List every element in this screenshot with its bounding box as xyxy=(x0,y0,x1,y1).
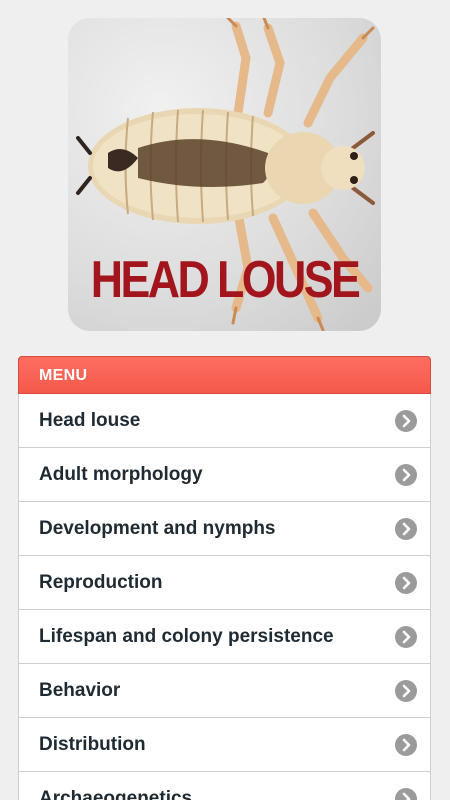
menu-item-development-and-nymphs[interactable]: Development and nymphs xyxy=(18,502,431,556)
head-louse-banner: HEAD LOUSE xyxy=(68,18,381,331)
menu-panel: MENU Head louse Adult morphology Develop… xyxy=(18,356,431,800)
menu-item-label: Adult morphology xyxy=(39,464,203,485)
chevron-right-circle-icon xyxy=(395,410,417,432)
menu-item-label: Head louse xyxy=(39,410,141,431)
chevron-right-circle-icon xyxy=(395,734,417,756)
chevron-right-circle-icon xyxy=(395,572,417,594)
menu-item-label: Development and nymphs xyxy=(39,518,276,539)
chevron-right-circle-icon xyxy=(395,626,417,648)
menu-item-lifespan[interactable]: Lifespan and colony persistence xyxy=(18,610,431,664)
menu-item-label: Lifespan and colony persistence xyxy=(39,626,334,647)
menu-item-distribution[interactable]: Distribution xyxy=(18,718,431,772)
menu-item-behavior[interactable]: Behavior xyxy=(18,664,431,718)
menu-item-label: Distribution xyxy=(39,734,146,755)
menu-item-label: Archaeogenetics xyxy=(39,788,193,800)
menu-item-reproduction[interactable]: Reproduction xyxy=(18,556,431,610)
menu-list: Head louse Adult morphology Development … xyxy=(18,394,431,800)
menu-item-adult-morphology[interactable]: Adult morphology xyxy=(18,448,431,502)
chevron-right-circle-icon xyxy=(395,518,417,540)
chevron-right-circle-icon xyxy=(395,680,417,702)
chevron-right-circle-icon xyxy=(395,788,417,800)
menu-item-archaeogenetics[interactable]: Archaeogenetics xyxy=(18,772,431,800)
menu-header: MENU xyxy=(18,356,431,394)
menu-item-head-louse[interactable]: Head louse xyxy=(18,394,431,448)
menu-item-label: Reproduction xyxy=(39,572,163,593)
app-screen: HEAD LOUSE MENU Head louse Adult morphol… xyxy=(0,0,450,800)
hero-title: HEAD LOUSE xyxy=(90,251,361,309)
chevron-right-circle-icon xyxy=(395,464,417,486)
menu-item-label: Behavior xyxy=(39,680,121,701)
